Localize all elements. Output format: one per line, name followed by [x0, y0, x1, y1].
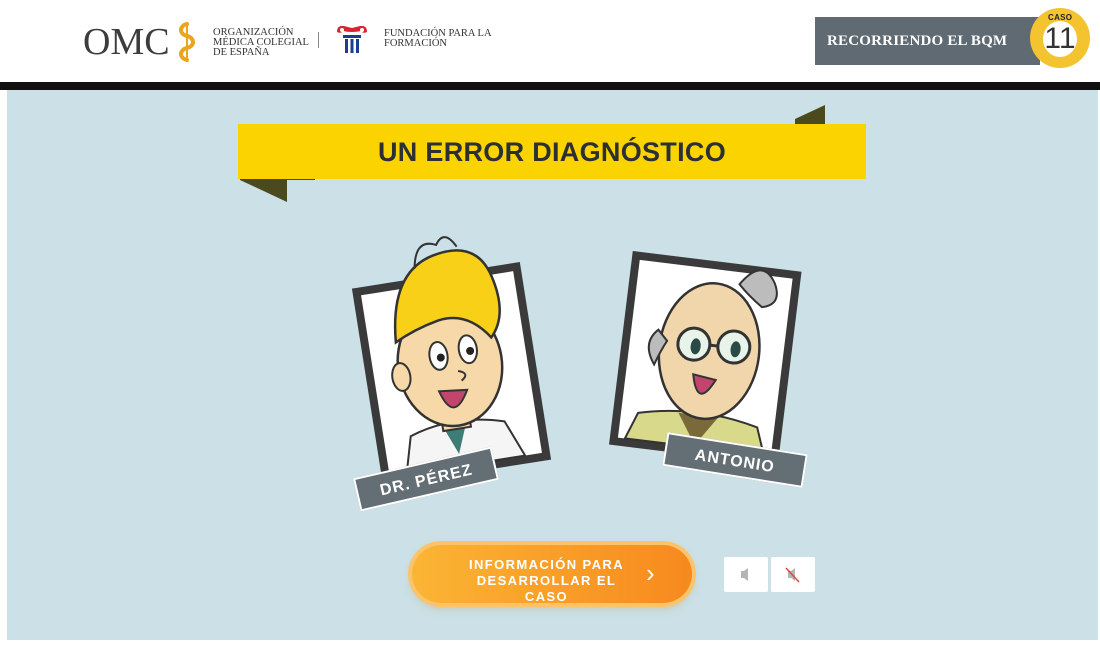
header-separator-bar	[0, 82, 1100, 90]
speaker-icon	[741, 568, 748, 581]
page-title: UN ERROR DIAGNÓSTICO	[377, 137, 726, 167]
omc-logo-text: OMC	[83, 21, 170, 63]
sound-off-button[interactable]	[771, 557, 815, 592]
case-number: 11	[1044, 22, 1076, 55]
fund-line-2: FORMACIÓN	[384, 38, 448, 49]
cta-line-2: DESARROLLAR EL CASO	[476, 573, 617, 604]
title-banner: UN ERROR DIAGNÓSTICO	[238, 124, 866, 179]
cta-line-1: INFORMACIÓN PARA	[468, 557, 625, 572]
dr-perez-portrait	[351, 236, 552, 475]
header-divider	[318, 32, 319, 48]
org-line-3: DE ESPAÑA	[213, 47, 270, 58]
cta-label: INFORMACIÓN PARA DESARROLLAR EL CASO	[454, 557, 639, 605]
antonio-portrait	[609, 250, 802, 466]
recorriendo-bqm-badge: RECORRIENDO EL BQM	[815, 17, 1040, 65]
info-develop-case-button[interactable]: INFORMACIÓN PARA DESARROLLAR EL CASO ›	[412, 545, 692, 605]
omc-organization-name: ORGANIZACIÓN MÉDICA COLEGIAL DE ESPAÑA	[213, 27, 309, 58]
foundation-column-logo-icon	[337, 25, 367, 53]
name-tag-label: ANTONIO	[693, 446, 776, 477]
foundation-name: FUNDACIÓN PARA LA FORMACIÓN	[384, 28, 492, 49]
chevron-right-icon: ›	[646, 558, 655, 588]
omc-snake-symbol-icon	[179, 22, 195, 62]
header: OMC ORGANIZACIÓN MÉDICA COLEGIAL DE ESPA…	[0, 0, 1100, 82]
speaker-muted-icon	[785, 567, 800, 583]
sound-on-button[interactable]	[724, 557, 768, 592]
